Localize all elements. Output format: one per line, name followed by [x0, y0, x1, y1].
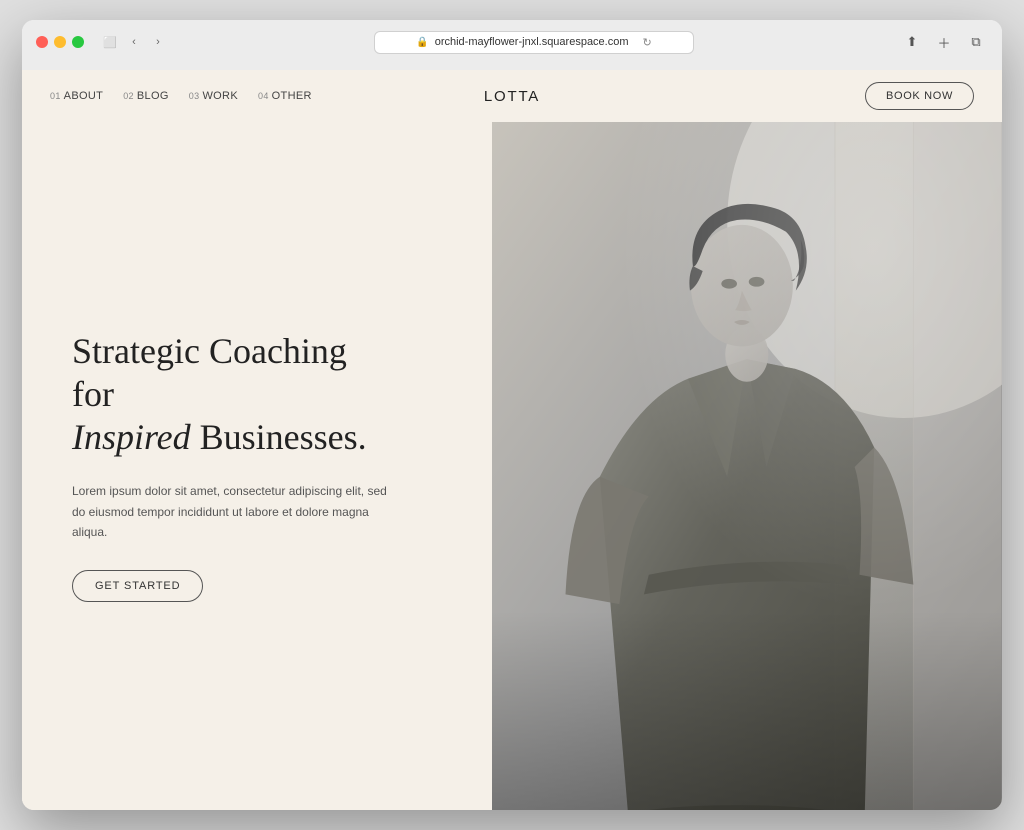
website: 01 ABOUT 02 BLOG 03 WORK 04 OTHER LOTTA … — [22, 70, 1002, 810]
browser-window: ⬜ ‹ › 🔒 orchid-mayflower-jnxl.squarespac… — [22, 20, 1002, 810]
window-controls: ⬜ ‹ › — [100, 32, 168, 52]
nav-item-other[interactable]: 04 OTHER — [258, 90, 312, 102]
tab-overview-button[interactable]: ⧉ — [964, 30, 988, 54]
nav-label-blog: BLOG — [137, 90, 169, 102]
back-button[interactable]: ‹ — [124, 32, 144, 52]
reload-icon[interactable]: ↻ — [643, 36, 652, 49]
nav-num-about: 01 — [50, 91, 61, 101]
book-now-button[interactable]: BOOK NOW — [865, 82, 974, 110]
maximize-button[interactable] — [72, 36, 84, 48]
nav-item-about[interactable]: 01 ABOUT — [50, 90, 103, 102]
hero-left: Strategic Coaching for Inspired Business… — [22, 122, 492, 810]
nav-item-work[interactable]: 03 WORK — [189, 90, 238, 102]
sidebar-toggle-button[interactable]: ⬜ — [100, 32, 120, 52]
nav-label-other: OTHER — [272, 90, 312, 102]
browser-actions: ⬆ ＋ ⧉ — [900, 30, 988, 54]
lock-icon: 🔒 — [416, 37, 428, 48]
hero-section: Strategic Coaching for Inspired Business… — [22, 122, 1002, 810]
hero-content: Strategic Coaching for Inspired Business… — [72, 330, 392, 603]
browser-tabs — [36, 62, 988, 70]
hero-photo-svg — [492, 122, 1002, 810]
site-nav: 01 ABOUT 02 BLOG 03 WORK 04 OTHER LOTTA … — [22, 70, 1002, 122]
traffic-lights — [36, 36, 84, 48]
address-bar-container: 🔒 orchid-mayflower-jnxl.squarespace.com … — [176, 31, 892, 54]
site-logo[interactable]: LOTTA — [484, 88, 540, 105]
nav-num-blog: 02 — [123, 91, 134, 101]
close-button[interactable] — [36, 36, 48, 48]
address-bar[interactable]: 🔒 orchid-mayflower-jnxl.squarespace.com … — [374, 31, 694, 54]
forward-button[interactable]: › — [148, 32, 168, 52]
hero-title-rest: Businesses. — [191, 417, 367, 457]
hero-photo-section — [492, 122, 1002, 810]
nav-num-other: 04 — [258, 91, 269, 101]
browser-titlebar: ⬜ ‹ › 🔒 orchid-mayflower-jnxl.squarespac… — [36, 30, 988, 54]
new-tab-button[interactable]: ＋ — [932, 30, 956, 54]
minimize-button[interactable] — [54, 36, 66, 48]
share-button[interactable]: ⬆ — [900, 30, 924, 54]
nav-num-work: 03 — [189, 91, 200, 101]
hero-title: Strategic Coaching for Inspired Business… — [72, 330, 392, 460]
get-started-button[interactable]: GET STARTED — [72, 570, 203, 602]
nav-links: 01 ABOUT 02 BLOG 03 WORK 04 OTHER — [50, 90, 312, 102]
nav-item-blog[interactable]: 02 BLOG — [123, 90, 169, 102]
url-text: orchid-mayflower-jnxl.squarespace.com — [435, 36, 629, 48]
hero-title-italic: Inspired — [72, 417, 191, 457]
nav-label-about: ABOUT — [64, 90, 104, 102]
nav-label-work: WORK — [202, 90, 238, 102]
hero-title-line1: Strategic Coaching for — [72, 331, 347, 414]
hero-description: Lorem ipsum dolor sit amet, consectetur … — [72, 481, 392, 542]
browser-chrome: ⬜ ‹ › 🔒 orchid-mayflower-jnxl.squarespac… — [22, 20, 1002, 70]
